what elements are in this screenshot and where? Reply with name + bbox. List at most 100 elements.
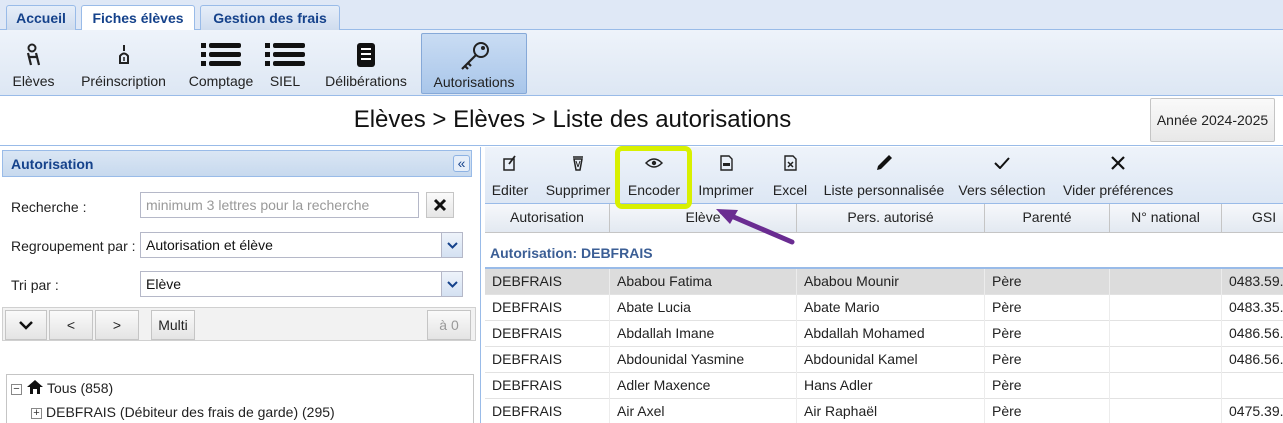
table-row[interactable]: DEBFRAIS Abate Lucia Abate Mario Père 0483.3… [485, 295, 1283, 321]
multi-button[interactable]: Multi [151, 310, 195, 340]
next-button[interactable]: > [95, 310, 139, 340]
table-row[interactable]: DEBFRAIS Abdallah Imane Abdallah Mohamed Pè… [485, 321, 1283, 347]
grid-toolbar: Editer Supprimer Encoder Imprimer Excel … [485, 147, 1283, 204]
tab-fiches-eleves[interactable]: Fiches élèves [81, 5, 195, 31]
sort-by-select[interactable]: Elève [140, 271, 463, 297]
cell-autorisation: DEBFRAIS [485, 321, 610, 347]
chevron-down-icon[interactable] [441, 272, 462, 296]
autorisation-tree: − Tous (858) + DEBFRAIS (Débiteur des frai… [6, 374, 474, 423]
sort-by-value: Elève [146, 276, 182, 292]
title-bar: Elèves > Elèves > Liste des autorisation… [0, 96, 1283, 146]
group-by-select[interactable]: Autorisation et élève [140, 232, 463, 258]
cell-autorisation: DEBFRAIS [485, 347, 610, 373]
x-icon [1063, 153, 1173, 173]
tab-accueil[interactable]: Accueil [6, 5, 76, 30]
table-row[interactable]: DEBFRAIS Ababou Fatima Ababou Mounir Père 04… [485, 269, 1283, 295]
edit-icon [489, 153, 531, 173]
ribbon-comptage-label: Comptage [188, 73, 254, 89]
tree-root[interactable]: − Tous (858) [11, 377, 113, 399]
cell-eleve: Adler Maxence [610, 373, 797, 399]
tab-gestion-des-frais[interactable]: Gestion des frais [200, 5, 340, 30]
cell-autorisation: DEBFRAIS [485, 269, 610, 295]
cell-pers-autorise: Abdallah Mohamed [797, 321, 985, 347]
document-icon [322, 39, 410, 71]
cell-eleve: Abate Lucia [610, 295, 797, 321]
top-tab-bar: Accueil Fiches élèves Gestion des frais [0, 0, 1283, 31]
clear-search-button[interactable] [426, 192, 454, 218]
ribbon-deliberations-button[interactable]: Délibérations [322, 33, 410, 94]
ribbon-autorisations-label: Autorisations [433, 74, 515, 90]
custom-list-button[interactable]: Liste personnalisée [823, 147, 945, 204]
cell-parente: Père [985, 373, 1110, 399]
ribbon-preinscription-label: Préinscription [81, 73, 166, 89]
pen-icon [76, 39, 171, 71]
to-selection-button[interactable]: Vers sélection [957, 147, 1047, 204]
cell-numero-national [1110, 269, 1222, 295]
cell-pers-autorise: Abate Mario [797, 295, 985, 321]
table-row[interactable]: DEBFRAIS Abdounidal Yasmine Abdounidal Kam… [485, 347, 1283, 373]
column-header-parente[interactable]: Parenté [985, 204, 1110, 233]
tree-nav-bar: < > Multi à 0 [2, 307, 476, 341]
column-header-pers-autorise[interactable]: Pers. autorisé [797, 204, 985, 233]
cell-parente: Père [985, 269, 1110, 295]
prev-button[interactable]: < [49, 310, 93, 340]
cell-autorisation: DEBFRAIS [485, 295, 610, 321]
filter-panel-header: Autorisation « [2, 150, 472, 177]
selection-count: à 0 [427, 310, 471, 340]
tree-node-label: DEBFRAIS (Débiteur des frais de garde) (… [46, 404, 335, 420]
edit-button[interactable]: Editer [489, 147, 531, 204]
ribbon-siel-label: SIEL [269, 73, 301, 89]
ribbon-eleves-button[interactable]: Elèves [6, 33, 61, 94]
cell-eleve: Ababou Fatima [610, 269, 797, 295]
school-year-button[interactable]: Année 2024-2025 [1150, 98, 1275, 142]
check-icon [957, 153, 1047, 173]
cell-gsm: 0483.35. [1222, 295, 1283, 321]
column-header-autorisation[interactable]: Autorisation [485, 204, 610, 233]
column-header-gsm[interactable]: GSI [1222, 204, 1283, 233]
chevron-down-icon [19, 321, 33, 330]
excel-icon [769, 153, 811, 173]
cell-numero-national [1110, 373, 1222, 399]
pencil-icon [823, 153, 945, 173]
clear-preferences-label: Vider préférences [1063, 182, 1174, 198]
cell-eleve: Air Axel [610, 399, 797, 423]
expand-node-icon[interactable]: + [31, 407, 42, 419]
clear-preferences-button[interactable]: Vider préférences [1063, 147, 1173, 204]
table-row[interactable]: DEBFRAIS Adler Maxence Hans Adler Père [485, 373, 1283, 399]
column-header-numero-national[interactable]: N° national [1110, 204, 1222, 233]
ribbon-siel-button[interactable]: SIEL [262, 33, 308, 94]
grid-panel: Editer Supprimer Encoder Imprimer Excel … [485, 147, 1283, 423]
cell-numero-national [1110, 347, 1222, 373]
expand-all-button[interactable] [5, 310, 47, 340]
ribbon-toolbar: Elèves Préinscription Comptage SIEL Déli… [0, 30, 1283, 96]
delete-button[interactable]: Supprimer [543, 147, 613, 204]
excel-label: Excel [772, 182, 808, 198]
double-chevron-left-icon: « [457, 155, 466, 171]
table-row[interactable]: DEBFRAIS Air Axel Air Raphaël Père 0475.39. [485, 399, 1283, 423]
pdf-icon [695, 153, 757, 173]
group-header[interactable]: Autorisation: DEBFRAIS [485, 233, 1283, 269]
student-icon [6, 39, 61, 71]
group-title: Autorisation: DEBFRAIS [490, 245, 653, 261]
collapse-node-icon[interactable]: − [11, 383, 22, 395]
cell-autorisation: DEBFRAIS [485, 373, 610, 399]
group-by-label: Regroupement par : [11, 238, 136, 254]
cell-gsm: 0486.56. [1222, 321, 1283, 347]
filter-panel: Autorisation « Recherche : minimum 3 let… [0, 147, 481, 423]
cell-gsm [1222, 373, 1283, 399]
ribbon-comptage-button[interactable]: Comptage [186, 33, 256, 94]
grid-header: Autorisation Elève Pers. autorisé Parent… [485, 204, 1283, 233]
collapse-panel-button[interactable]: « [453, 155, 470, 172]
ribbon-autorisations-button[interactable]: Autorisations [421, 33, 527, 94]
ribbon-preinscription-button[interactable]: Préinscription [76, 33, 171, 94]
key-icon [422, 40, 526, 72]
cell-pers-autorise: Ababou Mounir [797, 269, 985, 295]
cell-numero-national [1110, 295, 1222, 321]
search-input[interactable]: minimum 3 lettres pour la recherche [140, 192, 419, 218]
cell-gsm: 0486.56. [1222, 347, 1283, 373]
excel-button[interactable]: Excel [769, 147, 811, 204]
print-button[interactable]: Imprimer [695, 147, 757, 204]
group-by-value: Autorisation et élève [146, 237, 273, 253]
tree-node[interactable]: + DEBFRAIS (Débiteur des frais de garde) … [31, 401, 335, 423]
chevron-down-icon[interactable] [441, 233, 462, 257]
